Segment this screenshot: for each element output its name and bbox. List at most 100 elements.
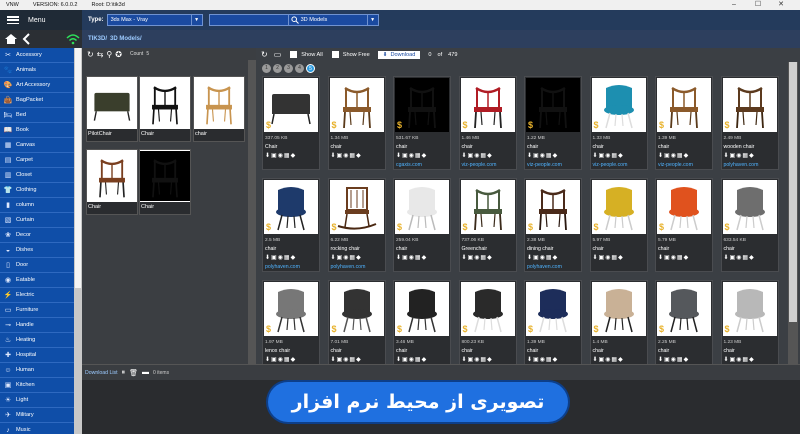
model-card[interactable]: $2.5 MB chair ⬇▣◉▦◆ polyhaven.com (262, 178, 320, 272)
model-actions[interactable]: ⬇▣◉▦◆ (658, 356, 689, 363)
search-icon[interactable]: ⚲ (106, 50, 112, 59)
model-thumbnail[interactable]: $ (722, 78, 777, 132)
model-card[interactable]: $2.49 MB wooden chair ⬇▣◉▦◆ polyhaven.com (720, 76, 779, 170)
model-thumbnail[interactable]: $ (526, 78, 580, 132)
sidebar-item-handle[interactable]: ⊸ Handle (0, 318, 74, 333)
show-all-checkbox[interactable]: Show All (290, 51, 323, 58)
page-button-4[interactable]: 4 (295, 63, 304, 73)
model-card[interactable]: $1.34 MB chair ⬇▣◉▦◆ (327, 76, 386, 170)
sidebar-item-decor[interactable]: ❀ Decor (0, 228, 74, 243)
sidebar-item-electric[interactable]: ⚡ Electric (0, 288, 74, 303)
model-actions[interactable]: ⬇▣◉▦◆ (462, 356, 493, 363)
model-thumbnail[interactable]: $ (264, 78, 318, 132)
sidebar-item-animals[interactable]: 🐾 Animals (0, 63, 74, 78)
model-card[interactable]: $531.67 KB chair ⬇▣◉▦◆ cgaxis.com (393, 76, 451, 170)
selected-item[interactable]: Chair (86, 149, 138, 215)
model-thumbnail[interactable]: $ (460, 78, 515, 132)
selected-item[interactable]: PilotChair (86, 76, 138, 142)
model-card[interactable]: $5.79 MB chair ⬇▣◉▦◆ (655, 178, 713, 272)
model-card[interactable]: $1.46 MB chair ⬇▣◉▦◆ viz-people.com (458, 76, 517, 170)
model-card[interactable]: $5.97 MB chair ⬇▣◉▦◆ (589, 178, 648, 272)
model-thumbnail[interactable]: $ (657, 282, 711, 336)
maximize-button[interactable]: ☐ (749, 0, 767, 10)
model-thumbnail[interactable]: $ (329, 78, 384, 132)
model-actions[interactable]: ⬇▣◉▦◆ (396, 356, 427, 363)
model-actions[interactable]: ⬇▣◉▦◆ (593, 356, 624, 363)
model-thumbnail[interactable]: $ (526, 180, 580, 234)
model-thumbnail[interactable]: $ (526, 282, 580, 336)
model-thumbnail[interactable]: $ (329, 180, 384, 234)
category-select[interactable]: 3D Models ▼ (288, 14, 379, 26)
sidebar-item-art-accessory[interactable]: 🎨 Art Accessory (0, 78, 74, 93)
model-actions[interactable]: ⬇▣◉▦◆ (462, 254, 493, 261)
sidebar-item-closet[interactable]: ▥ Closet (0, 168, 74, 183)
refresh-icon[interactable]: ↻ (261, 50, 268, 59)
model-actions[interactable]: ⬇▣◉▦◆ (658, 254, 689, 261)
link-icon[interactable]: ⇆ (97, 50, 104, 59)
model-actions[interactable]: ⬇▣◉▦◆ (396, 152, 427, 159)
sidebar-item-bed[interactable]: 🛏 Bed (0, 108, 74, 123)
model-card[interactable]: $2.25 MB chair ⬇▣◉▦◆ (655, 280, 713, 364)
model-actions[interactable]: ⬇▣◉▦◆ (658, 152, 689, 159)
model-thumbnail[interactable]: $ (395, 282, 449, 336)
model-actions[interactable]: ⬇▣◉▦◆ (331, 356, 362, 363)
model-card[interactable]: $800.23 KB chair ⬇▣◉▦◆ (458, 280, 517, 364)
model-thumbnail[interactable]: $ (329, 282, 384, 336)
model-thumbnail[interactable]: $ (657, 180, 711, 234)
model-thumbnail[interactable]: $ (395, 180, 449, 234)
model-actions[interactable]: ⬇▣◉▦◆ (462, 152, 493, 159)
model-actions[interactable]: ⬇▣◉▦◆ (724, 152, 755, 159)
model-card[interactable]: $633.54 KB chair ⬇▣◉▦◆ (720, 178, 779, 272)
breadcrumb-root[interactable]: TIK3D/ (88, 36, 107, 42)
page-button-3[interactable]: 3 (284, 63, 293, 73)
page-button-1[interactable]: 1 (262, 63, 271, 73)
model-source-link[interactable]: cgaxis.com (396, 162, 422, 168)
model-actions[interactable]: ⬇▣◉▦◆ (724, 254, 755, 261)
sidebar-item-light[interactable]: ☀ Light (0, 393, 74, 408)
sidebar-item-curtain[interactable]: ▧ Curtain (0, 213, 74, 228)
sidebar-item-military[interactable]: ✈ Military (0, 408, 74, 423)
model-thumbnail[interactable]: $ (591, 282, 646, 336)
close-button[interactable]: ✕ (772, 0, 790, 10)
model-card[interactable]: $1.39 MB chair ⬇▣◉▦◆ viz-people.com (655, 76, 713, 170)
model-card[interactable]: $1.39 MB chair ⬇▣◉▦◆ (524, 280, 582, 364)
selected-scrollbar[interactable] (248, 60, 256, 364)
model-thumbnail[interactable]: $ (657, 78, 711, 132)
search-input[interactable] (208, 14, 289, 26)
sidebar-item-eatable[interactable]: ◉ Eatable (0, 273, 74, 288)
sidebar-item-dishes[interactable]: ◒ Dishes (0, 243, 74, 258)
model-source-link[interactable]: viz-people.com (593, 162, 628, 168)
model-actions[interactable]: ⬇▣◉▦◆ (724, 356, 755, 363)
model-thumbnail[interactable]: $ (722, 282, 777, 336)
sidebar-item-heating[interactable]: ♨ Heating (0, 333, 74, 348)
sidebar-item-canvas[interactable]: ▦ Canvas (0, 138, 74, 153)
model-card[interactable]: $1.23 MB chair ⬇▣◉▦◆ (720, 280, 779, 364)
model-card[interactable]: $1.4 MB chair ⬇▣◉▦◆ (589, 280, 648, 364)
model-thumbnail[interactable]: $ (591, 180, 646, 234)
model-card[interactable]: $3.46 MB chair ⬇▣◉▦◆ (393, 280, 451, 364)
sidebar-item-accessory[interactable]: ✂ Accessory (0, 48, 74, 63)
settings-icon[interactable]: ✪ (115, 50, 122, 59)
model-source-link[interactable]: viz-people.com (527, 162, 562, 168)
model-thumbnail[interactable]: $ (591, 78, 646, 132)
back-arrow-icon[interactable] (22, 33, 32, 45)
model-card[interactable]: $259.04 KB chair ⬇▣◉▦◆ (393, 178, 451, 272)
page-button-5[interactable]: 5 (306, 63, 315, 73)
breadcrumb-models[interactable]: 3D Models/ (110, 36, 142, 42)
model-thumbnail[interactable]: $ (395, 78, 449, 132)
download-button[interactable]: ⬇ Download (377, 50, 421, 59)
download-list-label[interactable]: Download List (85, 370, 118, 376)
hamburger-icon[interactable] (7, 16, 19, 24)
sidebar-item-kitchen[interactable]: ▣ Kitchen (0, 378, 74, 393)
model-source-link[interactable]: polyhaven.com (724, 162, 759, 168)
model-source-link[interactable]: polyhaven.com (527, 264, 562, 270)
model-actions[interactable]: ⬇▣◉▦◆ (331, 254, 362, 261)
type-select[interactable]: 3ds Max - Vray ▼ (106, 14, 203, 26)
model-actions[interactable]: ⬇▣◉▦◆ (265, 356, 296, 363)
model-card[interactable]: $2.38 MB dining chair ⬇▣◉▦◆ polyhaven.com (524, 178, 582, 272)
model-thumbnail[interactable]: $ (264, 180, 318, 234)
selected-item[interactable]: chair (193, 76, 245, 142)
model-thumbnail[interactable]: $ (264, 282, 318, 336)
model-thumbnail[interactable]: $ (722, 180, 777, 234)
model-card[interactable]: $1.22 MB chair ⬇▣◉▦◆ viz-people.com (524, 76, 582, 170)
